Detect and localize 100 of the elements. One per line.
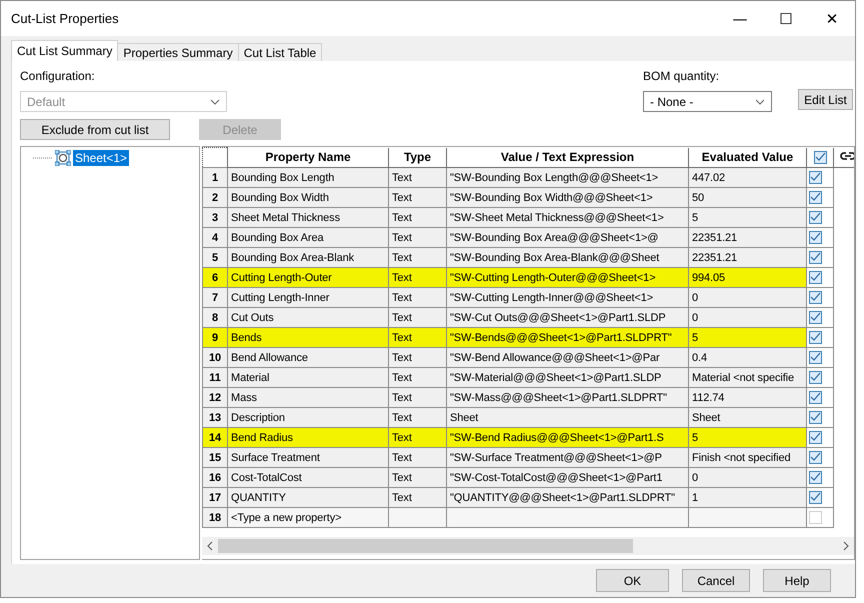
type-cell[interactable]: Text [388,448,446,468]
value-cell[interactable]: "SW-Cost-TotalCost@@@Sheet<1>@Part1 [446,468,688,488]
property-name-cell[interactable]: Bends [228,328,388,348]
checkbox[interactable] [809,451,822,464]
column-header[interactable]: Evaluated Value [688,148,806,168]
evaluated-value-cell: 22351.21 [688,228,806,248]
type-cell[interactable]: Text [388,348,446,368]
type-cell[interactable]: Text [388,328,446,348]
property-name-cell[interactable]: Surface Treatment [228,448,388,468]
edit-list-button[interactable]: Edit List [798,89,853,110]
type-cell[interactable]: Text [388,388,446,408]
window-title: Cut-List Properties [11,11,120,26]
column-header[interactable]: Property Name [228,148,388,168]
evaluated-value-cell: 994.05 [688,268,806,288]
property-name-cell[interactable]: Bend Radius [228,428,388,448]
property-name-cell[interactable]: Description [228,408,388,428]
checkbox[interactable] [809,391,822,404]
property-name-cell[interactable]: Bend Allowance [228,348,388,368]
column-header[interactable]: Value / Text Expression [446,148,688,168]
type-cell[interactable]: Text [388,428,446,448]
window-control[interactable]: ☐ [763,1,809,36]
checkbox[interactable] [814,151,826,164]
property-name-cell[interactable]: Mass [228,388,388,408]
tab[interactable]: Cut List Summary [11,40,118,61]
type-cell[interactable] [388,508,446,528]
checkbox[interactable] [809,411,822,424]
value-cell[interactable]: "SW-Bounding Box Length@@@Sheet<1> [446,168,688,188]
checkbox[interactable] [809,351,822,364]
property-name-cell[interactable]: Cutting Length-Outer [228,268,388,288]
row-number: 7 [202,288,228,308]
value-cell[interactable]: "QUANTITY@@@Sheet<1>@Part1.SLDPRT" [446,488,688,508]
tree-item[interactable]: Sheet<1> [73,150,130,166]
value-cell[interactable]: "SW-Bounding Box Area-Blank@@@Sheet [446,248,688,268]
value-cell[interactable]: "SW-Bend Allowance@@@Sheet<1>@Par [446,348,688,368]
checkbox[interactable] [809,271,822,284]
type-cell[interactable]: Text [388,268,446,288]
type-cell[interactable]: Text [388,188,446,208]
window-control[interactable]: ✕ [809,1,855,36]
value-cell[interactable]: "SW-Cutting Length-Inner@@@Sheet<1> [446,288,688,308]
checkbox[interactable] [809,311,822,324]
tab[interactable]: Properties Summary [117,43,239,61]
property-name-cell[interactable]: Bounding Box Width [228,188,388,208]
checkbox[interactable] [809,431,822,444]
value-cell[interactable]: "SW-Material@@@Sheet<1>@Part1.SLDP [446,368,688,388]
checkbox[interactable] [809,491,822,504]
link-icon[interactable] [840,151,854,162]
exclude-button[interactable]: Exclude from cut list [20,119,170,140]
type-cell[interactable]: Text [388,168,446,188]
column-header[interactable]: Type [388,148,446,168]
scroll-left-icon[interactable] [206,541,214,551]
value-cell[interactable]: "SW-Cut Outs@@@Sheet<1>@Part1.SLDP [446,308,688,328]
value-cell[interactable]: "SW-Sheet Metal Thickness@@@Sheet<1> [446,208,688,228]
checkbox[interactable] [809,471,822,484]
type-cell[interactable]: Text [388,208,446,228]
type-cell[interactable]: Text [388,368,446,388]
checkbox[interactable] [809,171,822,184]
checkbox[interactable] [809,371,822,384]
window-control[interactable]: — [717,1,763,36]
row-number: 12 [202,388,228,408]
value-cell[interactable]: "SW-Mass@@@Sheet<1>@Part1.SLDPRT" [446,388,688,408]
property-name-cell[interactable]: Bounding Box Length [228,168,388,188]
property-name-cell[interactable]: Bounding Box Area-Blank [228,248,388,268]
type-cell[interactable]: Text [388,288,446,308]
property-name-cell[interactable]: QUANTITY [228,488,388,508]
value-cell[interactable]: "SW-Bounding Box Width@@@Sheet<1> [446,188,688,208]
property-name-cell[interactable]: Cost-TotalCost [228,468,388,488]
property-name-cell[interactable]: Bounding Box Area [228,228,388,248]
property-name-cell[interactable]: Sheet Metal Thickness [228,208,388,228]
type-cell[interactable]: Text [388,488,446,508]
checkbox[interactable] [809,231,822,244]
value-cell[interactable]: "SW-Surface Treatment@@@Sheet<1>@P [446,448,688,468]
scroll-right-icon[interactable] [842,541,850,551]
sheet-metal-icon [55,150,71,166]
bom-quantity-dropdown[interactable]: - None - [643,91,772,112]
dialog-button[interactable]: Help [763,569,831,592]
checkbox[interactable] [809,191,822,204]
tab[interactable]: Cut List Table [238,43,322,61]
checkbox[interactable] [809,211,822,224]
checkbox[interactable] [809,291,822,304]
type-cell[interactable]: Text [388,248,446,268]
value-cell[interactable]: "SW-Cutting Length-Outer@@@Sheet<1> [446,268,688,288]
value-cell[interactable]: "SW-Bounding Box Area@@@Sheet<1>@ [446,228,688,248]
value-cell[interactable] [446,508,688,528]
checkbox[interactable] [809,251,822,264]
evaluated-value-cell: 5 [688,328,806,348]
value-cell[interactable]: Sheet [446,408,688,428]
checkbox[interactable] [809,331,822,344]
property-name-cell[interactable]: Cut Outs [228,308,388,328]
value-cell[interactable]: "SW-Bends@@@Sheet<1>@Part1.SLDPRT" [446,328,688,348]
dialog-button[interactable]: OK [596,569,669,592]
type-cell[interactable]: Text [388,468,446,488]
type-cell[interactable]: Text [388,408,446,428]
property-name-cell[interactable]: Material [228,368,388,388]
type-cell[interactable]: Text [388,228,446,248]
dialog-button[interactable]: Cancel [682,569,750,592]
horizontal-scrollbar[interactable] [202,537,854,555]
type-cell[interactable]: Text [388,308,446,328]
property-name-cell[interactable]: Cutting Length-Inner [228,288,388,308]
value-cell[interactable]: "SW-Bend Radius@@@Sheet<1>@Part1.S [446,428,688,448]
new-property-cell[interactable]: <Type a new property> [228,508,388,528]
